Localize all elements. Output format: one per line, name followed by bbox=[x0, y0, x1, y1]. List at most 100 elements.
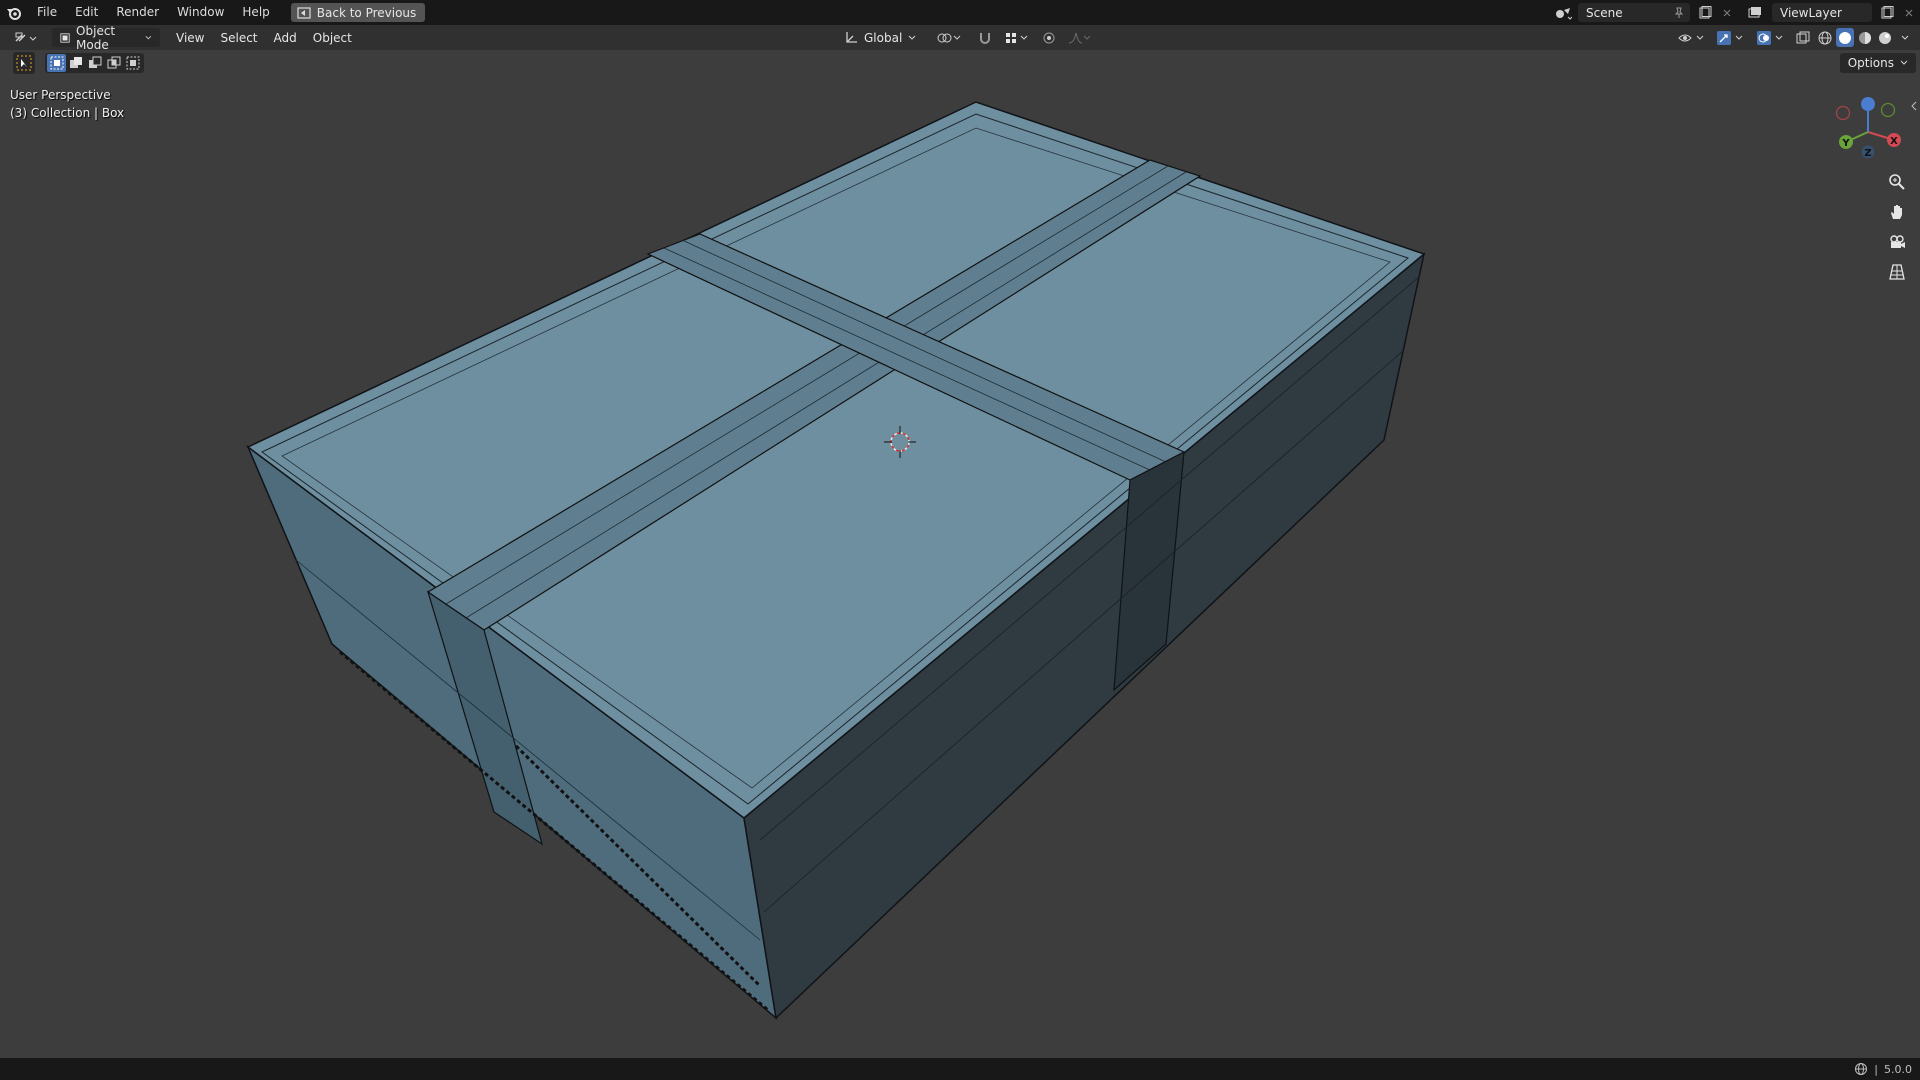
options-label: Options bbox=[1847, 56, 1894, 70]
solid-sphere-icon bbox=[1839, 31, 1851, 44]
set-selection-button[interactable] bbox=[47, 54, 66, 72]
delete-view-layer-icon[interactable] bbox=[1898, 3, 1920, 22]
transform-tools: Global bbox=[836, 28, 1096, 47]
hand-icon bbox=[1891, 205, 1902, 219]
status-bar: | 5.0.0 bbox=[0, 1058, 1920, 1080]
chevron-down-icon bbox=[1901, 35, 1909, 40]
top-bar: File Edit Render Window Help Back to Pre… bbox=[0, 0, 1920, 25]
orientation-label: Global bbox=[864, 30, 903, 45]
overlays-toggle[interactable] bbox=[1752, 28, 1790, 47]
scene-name-field[interactable]: Scene bbox=[1578, 3, 1690, 22]
screen-back-icon bbox=[297, 6, 311, 19]
tool-settings-row: Options bbox=[0, 50, 1920, 76]
collection-info-label: (3) Collection | Box bbox=[10, 106, 125, 120]
set-new-icon bbox=[50, 56, 63, 70]
gizmo-neg-x[interactable] bbox=[1835, 105, 1851, 121]
network-globe-icon bbox=[1855, 1063, 1868, 1075]
invert-selection-button[interactable] bbox=[104, 54, 123, 72]
delete-scene-icon[interactable] bbox=[1716, 3, 1738, 22]
xray-toggle[interactable] bbox=[1792, 28, 1814, 47]
pivot-point-dropdown[interactable] bbox=[928, 28, 970, 47]
camera-view-button[interactable] bbox=[1884, 230, 1910, 254]
sidebar-toggle-icon[interactable] bbox=[1910, 100, 1918, 114]
pivot-icon bbox=[937, 33, 961, 42]
viewport-display-tools bbox=[1674, 28, 1914, 47]
chevron-down-icon bbox=[1900, 60, 1908, 65]
chevron-down-icon bbox=[145, 35, 152, 39]
menu-help[interactable]: Help bbox=[233, 0, 278, 25]
proportional-falloff-dropdown[interactable] bbox=[1064, 28, 1096, 47]
back-to-previous-label: Back to Previous bbox=[316, 5, 417, 20]
view-layer-field[interactable]: ViewLayer bbox=[1772, 3, 1872, 22]
select-tool-button[interactable] bbox=[13, 52, 35, 74]
scene-selector-icon[interactable] bbox=[1552, 3, 1574, 22]
subtract-selection-button[interactable] bbox=[85, 54, 104, 72]
menu-select[interactable]: Select bbox=[212, 28, 265, 47]
material-preview-button[interactable] bbox=[1856, 28, 1874, 47]
status-separator: | bbox=[1874, 1062, 1878, 1076]
overlays-icon bbox=[1757, 30, 1783, 45]
menu-object[interactable]: Object bbox=[305, 28, 360, 47]
gizmo-neg-y[interactable] bbox=[1880, 102, 1896, 118]
back-to-previous-button[interactable]: Back to Previous bbox=[290, 3, 426, 22]
intersect-selection-button[interactable] bbox=[123, 54, 142, 72]
zoom-button[interactable] bbox=[1884, 170, 1910, 194]
shading-options-dropdown[interactable] bbox=[1896, 28, 1914, 47]
perspective-toggle-button[interactable] bbox=[1884, 260, 1910, 284]
object-mode-icon bbox=[60, 32, 70, 43]
material-sphere-icon bbox=[1859, 31, 1871, 44]
menu-view[interactable]: View bbox=[168, 28, 212, 47]
magnet-icon bbox=[980, 32, 991, 44]
view-name-label: User Perspective bbox=[10, 88, 111, 102]
pin-icon[interactable] bbox=[1674, 7, 1684, 19]
gizmo-y-label: Y bbox=[1841, 138, 1850, 149]
object-mode-dropdown[interactable]: Object Mode bbox=[52, 24, 160, 52]
rendered-sphere-icon bbox=[1879, 31, 1891, 44]
navigation-gizmo[interactable]: X Y Z bbox=[1820, 90, 1910, 170]
menu-window[interactable]: Window bbox=[168, 0, 233, 25]
pan-button[interactable] bbox=[1884, 200, 1910, 224]
blender-logo-icon[interactable] bbox=[0, 0, 28, 25]
gizmo-z-label: Z bbox=[1864, 148, 1871, 159]
set-extend-icon bbox=[69, 57, 82, 68]
menu-edit[interactable]: Edit bbox=[66, 0, 107, 25]
xray-icon bbox=[1796, 31, 1810, 43]
gizmo-pos-z[interactable] bbox=[1861, 97, 1875, 111]
editor-type-icon bbox=[15, 32, 37, 42]
falloff-curve-icon bbox=[1069, 32, 1091, 43]
new-scene-icon[interactable] bbox=[1694, 3, 1716, 22]
visibility-dropdown[interactable] bbox=[1674, 28, 1710, 47]
snap-target-dropdown[interactable] bbox=[1000, 28, 1034, 47]
viewport-info-overlay: User Perspective (3) Collection | Box bbox=[10, 86, 124, 122]
menu-add[interactable]: Add bbox=[266, 28, 305, 47]
rendered-shading-button[interactable] bbox=[1876, 28, 1894, 47]
selection-mode-group bbox=[45, 53, 144, 73]
blender-version: 5.0.0 bbox=[1884, 1062, 1912, 1076]
options-dropdown[interactable]: Options bbox=[1839, 53, 1916, 73]
editor-type-button[interactable] bbox=[6, 28, 46, 47]
solid-shading-button[interactable] bbox=[1836, 28, 1854, 47]
set-intersect-icon bbox=[126, 56, 139, 70]
set-invert-icon bbox=[107, 56, 120, 69]
proportional-edit-icon bbox=[1043, 32, 1055, 43]
proportional-edit-toggle[interactable] bbox=[1038, 28, 1060, 47]
mode-label: Object Mode bbox=[76, 23, 116, 52]
camera-icon bbox=[1890, 235, 1905, 248]
new-view-layer-icon[interactable] bbox=[1876, 3, 1898, 22]
view-layer-name: ViewLayer bbox=[1780, 5, 1842, 20]
3d-viewport[interactable] bbox=[0, 76, 1920, 1058]
snap-toggle[interactable] bbox=[974, 28, 996, 47]
gizmo-x-label: X bbox=[1890, 136, 1898, 147]
transform-orientation-dropdown[interactable]: Global bbox=[836, 28, 924, 47]
grid-perspective-icon bbox=[1889, 264, 1905, 280]
navigation-buttons bbox=[1884, 170, 1910, 284]
menu-file[interactable]: File bbox=[28, 0, 66, 25]
wireframe-sphere-icon bbox=[1818, 31, 1832, 44]
viewport-header: Object Mode View Select Add Object Globa… bbox=[0, 24, 1920, 52]
gizmo-toggle[interactable] bbox=[1712, 28, 1750, 47]
extend-selection-button[interactable] bbox=[66, 54, 85, 72]
menu-render[interactable]: Render bbox=[107, 0, 168, 25]
orientation-axes-icon bbox=[846, 31, 857, 43]
view-layer-selector-icon[interactable] bbox=[1746, 3, 1768, 22]
wireframe-shading-button[interactable] bbox=[1816, 28, 1834, 47]
